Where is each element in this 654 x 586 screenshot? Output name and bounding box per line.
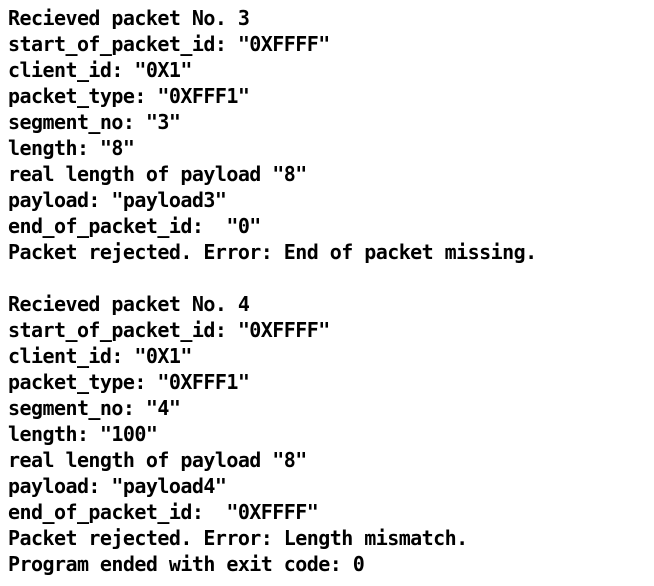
real-payload-length-line: real length of payload "8" xyxy=(8,448,307,472)
segment-no-line: segment_no: "3" xyxy=(8,110,181,134)
client-id-line: client_id: "0X1" xyxy=(8,344,192,368)
payload-line: payload: "payload4" xyxy=(8,474,227,498)
length-line: length: "100" xyxy=(8,422,158,446)
end-of-packet-id-line: end_of_packet_id: "0" xyxy=(8,214,261,238)
packet-block-4: Recieved packet No. 4 start_of_packet_id… xyxy=(8,291,654,577)
length-line: length: "8" xyxy=(8,136,135,160)
start-of-packet-id-line: start_of_packet_id: "0XFFFF" xyxy=(8,32,330,56)
client-id-line: client_id: "0X1" xyxy=(8,58,192,82)
real-payload-length-line: real length of payload "8" xyxy=(8,162,307,186)
start-of-packet-id-line: start_of_packet_id: "0XFFFF" xyxy=(8,318,330,342)
packet-error-message: Packet rejected. Error: End of packet mi… xyxy=(8,240,537,264)
packet-type-line: packet_type: "0XFFF1" xyxy=(8,84,250,108)
packet-type-line: packet_type: "0XFFF1" xyxy=(8,370,250,394)
received-packet-header: Recieved packet No. 4 xyxy=(8,292,250,316)
segment-no-line: segment_no: "4" xyxy=(8,396,181,420)
packet-block-3: Recieved packet No. 3 start_of_packet_id… xyxy=(8,5,654,265)
packet-error-message: Packet rejected. Error: Length mismatch. xyxy=(8,526,468,550)
received-packet-header: Recieved packet No. 3 xyxy=(8,6,250,30)
terminal-output: Recieved packet No. 3 start_of_packet_id… xyxy=(0,0,654,586)
payload-line: payload: "payload3" xyxy=(8,188,227,212)
end-of-packet-id-line: end_of_packet_id: "0XFFFF" xyxy=(8,500,319,524)
program-exit-message: Program ended with exit code: 0 xyxy=(8,552,365,576)
